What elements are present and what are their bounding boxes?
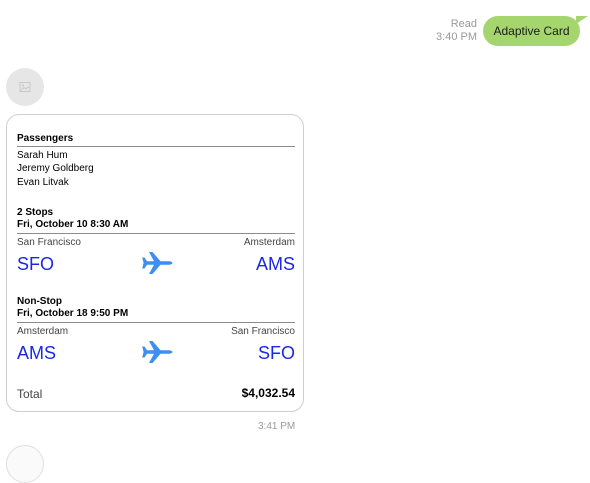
total-price: $4,032.54 [241, 386, 295, 400]
sent-timestamp: 3:40 PM [436, 31, 477, 43]
read-receipt: Read [450, 18, 477, 30]
received-timestamp: 3:41 PM [258, 421, 296, 432]
message-status: Read 3:40 PM [436, 18, 477, 44]
airplane-icon [142, 341, 173, 363]
passenger-name: Jeremy Goldberg [17, 163, 94, 174]
total-label: Total [17, 387, 43, 401]
flight-datetime: Fri, October 18 9:50 PM [17, 308, 129, 319]
sent-message-bubble[interactable]: Adaptive Card [483, 16, 580, 46]
origin-city: San Francisco [17, 237, 81, 248]
passengers-divider [17, 146, 295, 147]
destination-city: San Francisco [231, 326, 295, 337]
flight-stops: Non-Stop [17, 296, 62, 307]
destination-airport-code: AMS [255, 254, 295, 274]
bot-avatar [6, 68, 44, 106]
origin-airport-code: SFO [17, 254, 55, 274]
flight-divider [17, 322, 295, 323]
origin-city: Amsterdam [17, 326, 69, 337]
flight-datetime: Fri, October 10 8:30 AM [17, 219, 129, 230]
flight-itinerary-card[interactable]: Passengers Sarah Hum Jeremy Goldberg Eva… [6, 114, 304, 412]
destination-airport-code: SFO [257, 343, 295, 363]
passenger-name: Evan Litvak [17, 177, 69, 188]
passenger-name: Sarah Hum [17, 150, 68, 161]
airplane-icon [142, 252, 173, 274]
origin-airport-code: AMS [17, 343, 57, 363]
passengers-header: Passengers [17, 133, 74, 144]
flight-stops: 2 Stops [17, 207, 54, 218]
destination-city: Amsterdam [243, 237, 295, 248]
flight-divider [17, 233, 295, 234]
image-placeholder-icon [19, 82, 31, 92]
